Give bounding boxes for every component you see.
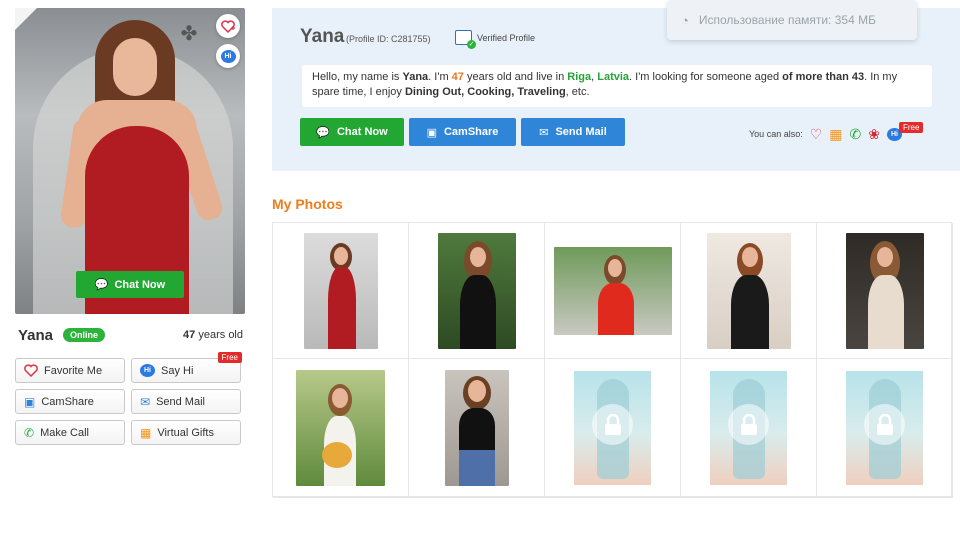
free-badge: Free <box>898 121 924 133</box>
say-hi-icon[interactable]: Hi <box>216 44 240 68</box>
verified-id-icon: ✓ <box>455 30 476 49</box>
virtual-gifts-button[interactable]: ▦ Virtual Gifts <box>131 420 241 445</box>
profile-name: Yana <box>18 326 54 344</box>
profile-title-name: Yana <box>300 26 345 47</box>
locked-photo[interactable] <box>846 371 923 485</box>
verified-profile-badge: ✓ Verified Profile <box>455 30 535 49</box>
photo-thumbnail[interactable] <box>296 370 385 486</box>
lock-icon <box>864 404 905 445</box>
primary-actions: 💬 Chat Now ▣ CamShare ✉ Send Mail <box>300 118 625 146</box>
free-badge: Free <box>217 352 242 363</box>
swirl-logo-icon: ✤ <box>180 23 198 45</box>
mail-icon: ✉ <box>140 394 151 409</box>
say-hi-button[interactable]: Hi Say Hi Free <box>131 352 242 383</box>
heart-plus-icon <box>24 364 38 377</box>
favorite-me-button[interactable]: Favorite Me <box>15 358 125 383</box>
chat-now-button[interactable]: 💬 Chat Now <box>300 118 404 146</box>
my-photos-heading: My Photos <box>272 196 343 212</box>
gallery-cell <box>273 359 409 498</box>
profile-age: 47 years old <box>183 329 243 341</box>
chat-icon: 💬 <box>94 279 109 291</box>
photo-thumbnail[interactable] <box>303 232 378 349</box>
camshare-button[interactable]: ▣ CamShare <box>15 389 125 414</box>
photo-thumbnail[interactable] <box>437 232 516 349</box>
gallery-cell <box>409 223 545 359</box>
photo-gallery <box>272 222 953 498</box>
mail-icon: ✉ <box>539 126 549 139</box>
chat-icon: 💬 <box>316 126 330 139</box>
profile-page: ✤ Hi 💬 Chat Now Yana Online 47 years old… <box>0 0 960 540</box>
profile-id: (Profile ID: C281755) <box>346 34 431 44</box>
phone-icon: ✆ <box>24 425 35 440</box>
profile-name-row: Yana Online 47 years old <box>18 325 243 345</box>
online-badge: Online <box>63 328 106 342</box>
corner-ribbon <box>15 8 37 30</box>
camshare-icon: ▣ <box>24 394 36 409</box>
locked-photo[interactable] <box>574 371 651 485</box>
gallery-cell <box>545 359 681 498</box>
gallery-cell <box>681 359 817 498</box>
hi-bubble-icon: Hi <box>140 364 155 377</box>
memory-usage-popup: ◔ Использование памяти: 354 МБ <box>667 0 917 40</box>
main-profile-photo[interactable]: ✤ Hi 💬 Chat Now <box>15 8 245 314</box>
camshare-icon: ▣ <box>426 126 437 139</box>
gift-icon: ▦ <box>140 425 152 440</box>
send-mail-button[interactable]: ✉ Send Mail <box>131 389 241 414</box>
rose-icon[interactable]: ❀ <box>868 126 880 142</box>
lock-icon <box>728 404 769 445</box>
photo-thumbnail[interactable] <box>706 232 791 349</box>
heart-plus-icon[interactable]: ♡ <box>810 126 823 142</box>
locked-photo[interactable] <box>710 371 787 485</box>
profile-info-panel: Yana (Profile ID: C281755) ✓ Verified Pr… <box>272 0 960 171</box>
send-mail-main-button[interactable]: ✉ Send Mail <box>521 118 625 146</box>
about-text: Hello, my name is Yana. I'm 47 years old… <box>302 65 932 107</box>
gallery-cell <box>273 223 409 359</box>
profile-sidebar: ✤ Hi 💬 Chat Now Yana Online 47 years old… <box>15 8 245 445</box>
favorite-heart-icon[interactable] <box>216 14 240 38</box>
gallery-cell <box>817 359 953 498</box>
gallery-cell <box>545 223 681 359</box>
photo-thumbnail[interactable] <box>444 370 509 486</box>
gauge-icon: ◔ <box>681 12 689 28</box>
you-can-also-row: You can also: ♡ ▦ ✆ ❀ Hi Free <box>749 121 924 142</box>
gallery-cell <box>681 223 817 359</box>
profile-actions: Favorite Me Hi Say Hi Free ▣ CamShare ✉ … <box>15 352 242 445</box>
gallery-cell <box>817 223 953 359</box>
gift-icon[interactable]: ▦ <box>829 126 842 142</box>
lock-icon <box>592 404 633 445</box>
gallery-cell <box>409 359 545 498</box>
photo-thumbnail[interactable] <box>553 246 672 335</box>
make-call-button[interactable]: ✆ Make Call <box>15 420 125 445</box>
phone-icon[interactable]: ✆ <box>850 126 862 142</box>
photo-thumbnail[interactable] <box>845 232 924 349</box>
camshare-main-button[interactable]: ▣ CamShare <box>409 118 516 146</box>
photo-chat-now-button[interactable]: 💬 Chat Now <box>76 271 184 298</box>
